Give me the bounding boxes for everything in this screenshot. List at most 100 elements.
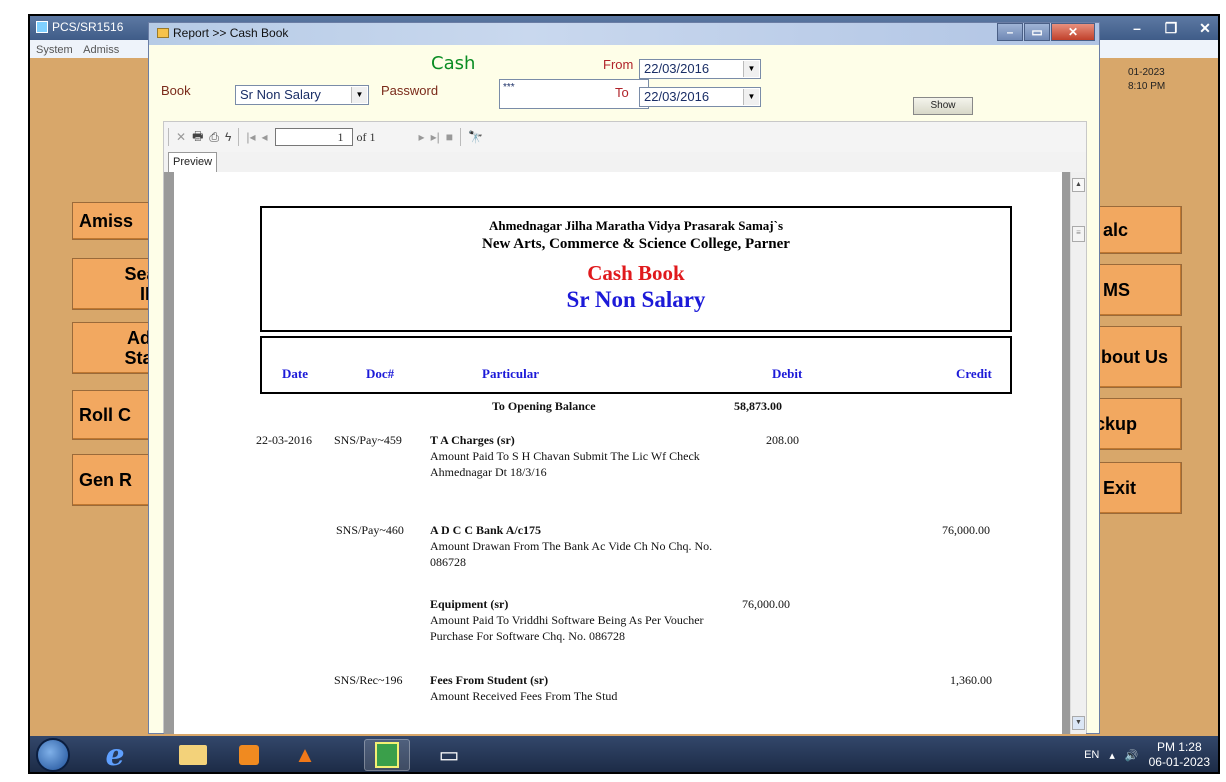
clock-date: 06-01-2023 [1148, 755, 1210, 769]
col-doc: Doc# [366, 366, 395, 381]
admission-button-label: Amiss [79, 211, 134, 231]
chevron-down-icon[interactable]: ▼ [743, 89, 759, 105]
book-select-value: Sr Non Salary [240, 87, 321, 102]
page-number-input[interactable]: 1 [274, 128, 353, 146]
app-icon [36, 21, 48, 33]
close-icon[interactable]: ✕ [1188, 16, 1218, 40]
about-us-button-label: bout Us [1101, 347, 1168, 367]
bg-date: 01-2023 [1128, 67, 1165, 78]
exit-button-label: Exit [1103, 478, 1137, 498]
roll-call-button-label: Roll C [79, 405, 131, 425]
report-page: Ahmednagar Jilha Maratha Vidya Prasarak … [174, 172, 1062, 734]
report-window-controls: – ▭ ✕ [997, 23, 1095, 41]
entry-desc: Amount Paid To S H Chavan Submit The Lic… [430, 449, 700, 479]
from-date-picker[interactable]: 22/03/2016 ▼ [639, 59, 761, 79]
bg-datetime: 01-2023 8:10 PM [1128, 66, 1165, 94]
calc-button[interactable]: alc [1092, 206, 1182, 254]
language-indicator[interactable]: EN [1084, 749, 1099, 761]
page-area: Ahmednagar Jilha Maratha Vidya Prasarak … [164, 172, 1070, 734]
refresh-icon[interactable]: ϟ [225, 130, 231, 144]
maximize-icon[interactable]: ▭ [1024, 23, 1050, 41]
society-name: Ahmednagar Jilha Maratha Vidya Prasarak … [488, 218, 784, 233]
report-app-icon [157, 28, 169, 38]
bg-time: 8:10 PM [1128, 81, 1166, 92]
app-icon[interactable] [364, 739, 410, 771]
toolbar-separator [168, 128, 169, 146]
start-button[interactable] [36, 738, 70, 772]
folder-icon[interactable] [170, 739, 216, 771]
tab-preview[interactable]: Preview [168, 152, 218, 172]
about-us-button[interactable]: bout Us [1092, 326, 1182, 388]
bg-window-controls: – ❐ ✕ [1120, 16, 1218, 40]
report-title: Report >> Cash Book [157, 26, 288, 40]
exit-button[interactable]: Exit [1092, 462, 1182, 514]
prev-page-icon[interactable]: ◂ [262, 130, 268, 144]
menu-system[interactable]: System [36, 44, 73, 56]
scroll-thumb[interactable]: ≡ [1072, 226, 1085, 242]
chevron-down-icon[interactable]: ▼ [351, 87, 367, 103]
from-date-value: 22/03/2016 [644, 61, 710, 76]
show-button[interactable]: Show [913, 97, 973, 115]
scroll-down-icon[interactable]: ▼ [1072, 716, 1085, 730]
print-icon[interactable]: 🖶 [192, 127, 203, 148]
chevron-down-icon[interactable]: ▼ [743, 61, 759, 77]
entry-head: T A Charges (sr) [430, 433, 515, 447]
menu-admission[interactable]: Admiss [83, 44, 119, 56]
ie-icon[interactable]: e [92, 738, 138, 773]
clock[interactable]: PM 1:28 06-01-2023 [1149, 740, 1210, 770]
viewer-toolbar: ✕ 🖶 ⎙ ϟ |◂ ◂ 1 of 1 ▸ ▸| ■ 🔭 [164, 122, 1086, 152]
minimize-icon[interactable]: – [1120, 16, 1154, 40]
entry-doc: SNS/Pay~459 [334, 433, 402, 447]
report-viewer: ✕ 🖶 ⎙ ϟ |◂ ◂ 1 of 1 ▸ ▸| ■ 🔭 Preview Ahm… [163, 121, 1087, 734]
volume-icon[interactable]: 🔊 [1125, 749, 1139, 762]
book-label: Book [161, 83, 191, 98]
close-report-icon[interactable]: ✕ [176, 130, 186, 144]
next-page-icon[interactable]: ▸ [419, 130, 425, 144]
taskbar: e ▲ ▭ EN ▴ 🔊 PM 1:28 06-01-2023 [30, 736, 1218, 773]
scroll-up-icon[interactable]: ▲ [1072, 178, 1085, 192]
col-date: Date [282, 366, 308, 381]
from-label: From [603, 57, 634, 72]
report-subtitle: Sr Non Salary [566, 287, 706, 312]
media-player-icon[interactable] [226, 739, 272, 771]
entry-credit: 76,000.00 [942, 523, 990, 537]
bg-app-title-text: PCS/SR1516 [52, 20, 124, 34]
vertical-scrollbar[interactable]: ▲ ≡ ▼ [1070, 172, 1086, 734]
toolbar-separator [459, 128, 461, 146]
first-page-icon[interactable]: |◂ [246, 130, 255, 144]
entry-date: 22-03-2016 [256, 433, 312, 447]
entry-doc: SNS/Pay~460 [336, 523, 404, 537]
to-label: To [615, 85, 629, 100]
entry-head: A D C C Bank A/c175 [430, 523, 542, 537]
report-title-text: Report >> Cash Book [173, 26, 289, 40]
college-name: New Arts, Commerce & Science College, Pa… [482, 236, 790, 252]
cash-heading: Cash [431, 53, 476, 74]
vlc-icon[interactable]: ▲ [282, 739, 328, 771]
page-count: of 1 [356, 129, 376, 144]
minimize-icon[interactable]: – [997, 23, 1023, 41]
export-icon[interactable]: ⎙ [209, 130, 219, 145]
ms-button[interactable]: MS [1092, 264, 1182, 316]
to-date-value: 22/03/2016 [644, 89, 710, 104]
entry-head: Equipment (sr) [430, 597, 509, 611]
opening-balance-label: To Opening Balance [492, 399, 596, 413]
stop-icon[interactable]: ■ [446, 130, 453, 144]
backup-button[interactable]: ckup [1092, 398, 1182, 450]
gen-report-button-label: Gen R [79, 470, 133, 490]
search-icon[interactable]: 🔭 [468, 130, 483, 144]
calc-button-label: alc [1103, 220, 1129, 240]
close-icon[interactable]: ✕ [1051, 23, 1095, 41]
report-window: Report >> Cash Book – ▭ ✕ Cash Book Sr N… [148, 22, 1100, 734]
entry-desc: Amount Paid To Vriddhi Software Being As… [430, 613, 704, 643]
backup-button-label: ckup [1095, 414, 1138, 434]
chevron-up-icon[interactable]: ▴ [1109, 749, 1115, 762]
to-date-picker[interactable]: 22/03/2016 ▼ [639, 87, 761, 107]
screen: PCS/SR1516 – ❐ ✕ System Admiss 01-2023 8… [28, 14, 1220, 774]
col-credit: Credit [956, 366, 992, 381]
system-tray: EN ▴ 🔊 PM 1:28 06-01-2023 [1084, 740, 1210, 770]
window-icon[interactable]: ▭ [426, 739, 472, 771]
maximize-icon[interactable]: ❐ [1154, 16, 1188, 40]
entry-doc: SNS/Rec~196 [334, 673, 403, 687]
book-select[interactable]: Sr Non Salary ▼ [235, 85, 369, 105]
last-page-icon[interactable]: ▸| [431, 130, 440, 144]
